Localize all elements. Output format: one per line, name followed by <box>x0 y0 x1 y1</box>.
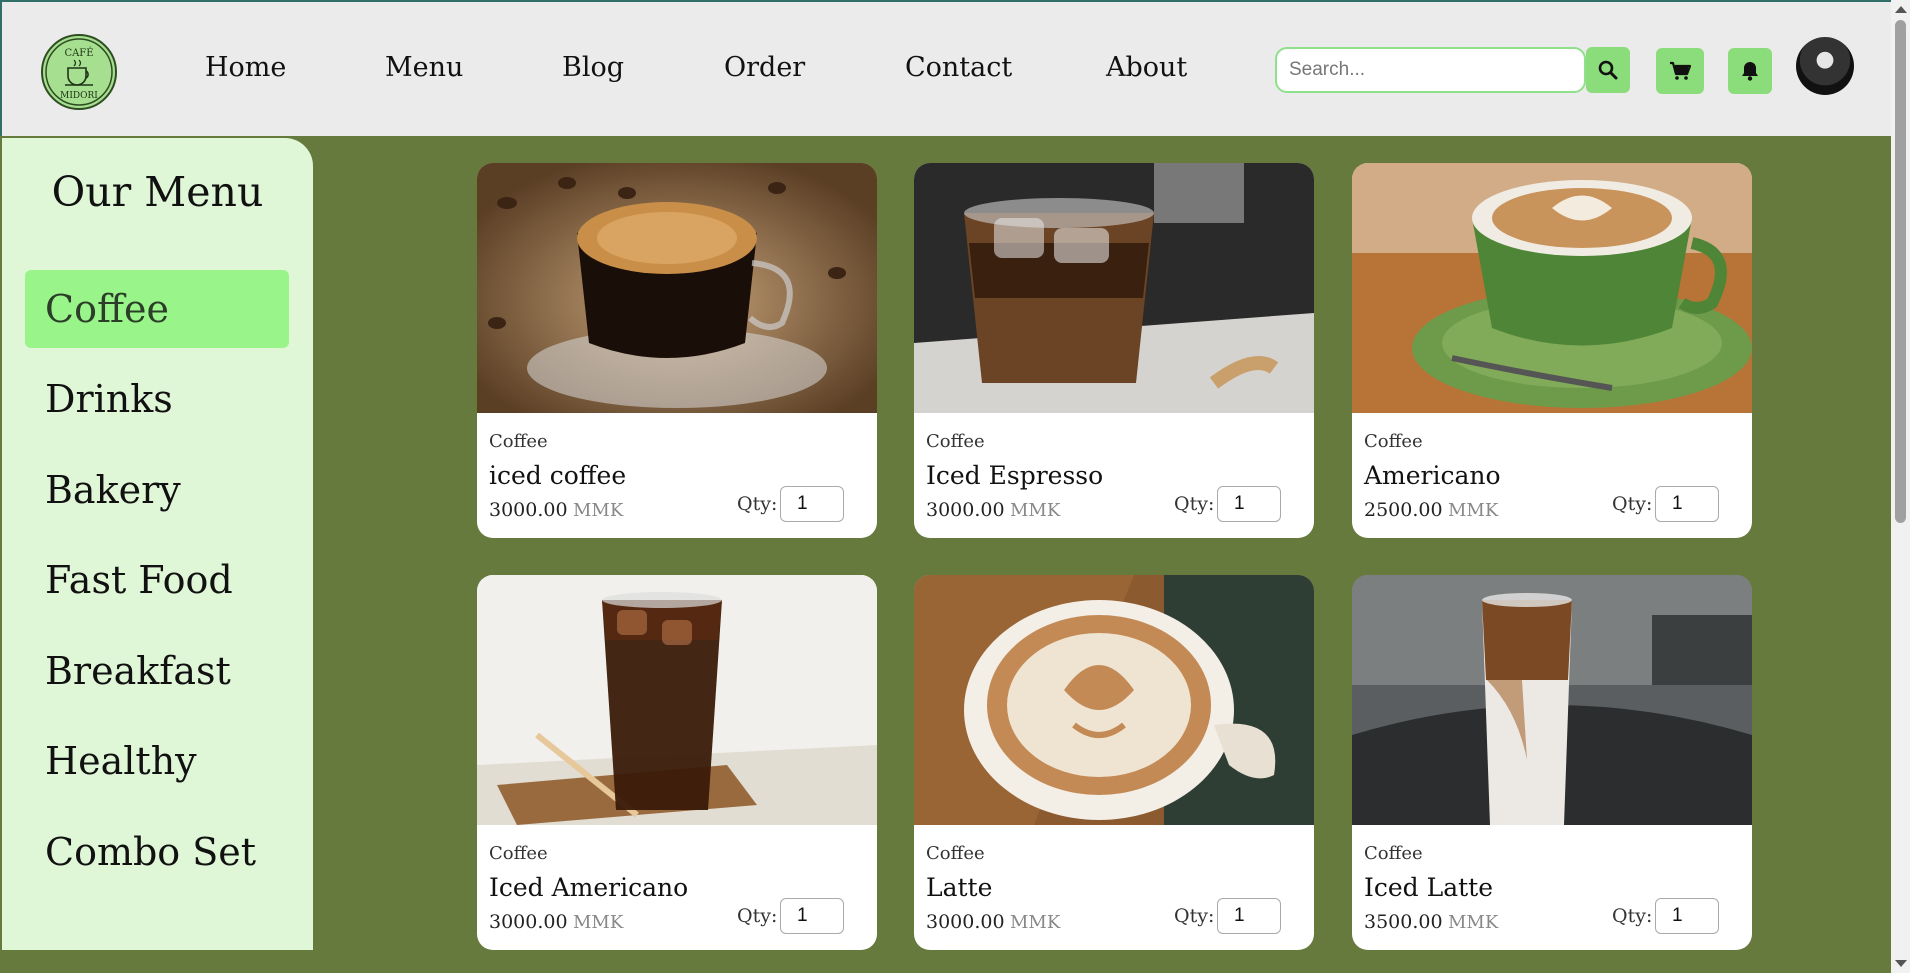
product-name: Iced Americano <box>489 873 689 902</box>
product-currency: MMK <box>573 500 624 521</box>
product-category: Coffee <box>926 843 985 864</box>
qty-label: Qty: <box>1612 905 1653 927</box>
product-card[interactable]: Coffee Americano 2500.00 MMK Qty: <box>1352 163 1752 538</box>
scroll-up-arrow-icon[interactable] <box>1895 6 1907 13</box>
logo-top-text: CAFÉ <box>64 47 93 59</box>
product-price: 3000.00 <box>926 499 1005 521</box>
product-currency: MMK <box>1448 500 1499 521</box>
logo-bottom-text: MIDORI <box>60 91 98 101</box>
product-name: Iced Latte <box>1364 873 1494 902</box>
category-sidebar: Our Menu Coffee Drinks Bakery Fast Food … <box>2 138 313 950</box>
qty-label: Qty: <box>1612 493 1653 515</box>
product-card[interactable]: Coffee Iced Espresso 3000.00 MMK Qty: <box>914 163 1314 538</box>
category-coffee[interactable]: Coffee <box>25 270 289 348</box>
product-card[interactable]: Coffee Iced Latte 3500.00 MMK Qty: <box>1352 575 1752 950</box>
category-combo-set[interactable]: Combo Set <box>25 813 289 891</box>
category-healthy[interactable]: Healthy <box>25 722 289 800</box>
product-price: 3000.00 <box>926 911 1005 933</box>
product-card[interactable]: Coffee Iced Americano 3000.00 MMK Qty: <box>477 575 877 950</box>
quantity-input[interactable] <box>1217 486 1281 522</box>
nav-home[interactable]: Home <box>205 52 286 83</box>
nav-blog[interactable]: Blog <box>562 52 624 83</box>
product-card[interactable]: Coffee iced coffee 3000.00 MMK Qty: <box>477 163 877 538</box>
product-name: Latte <box>926 873 993 902</box>
product-category: Coffee <box>1364 431 1423 452</box>
product-name: iced coffee <box>489 461 627 490</box>
cafe-logo[interactable]: CAFÉ MIDORI <box>41 34 117 110</box>
scroll-thumb[interactable] <box>1895 20 1906 523</box>
category-breakfast[interactable]: Breakfast <box>25 632 289 710</box>
category-drinks[interactable]: Drinks <box>25 360 289 438</box>
sidebar-title: Our Menu <box>51 168 264 216</box>
user-avatar[interactable] <box>1796 37 1854 95</box>
product-name: Americano <box>1364 461 1501 490</box>
product-image-iced-latte <box>1352 575 1752 825</box>
product-category: Coffee <box>489 431 548 452</box>
product-image-americano <box>1352 163 1752 413</box>
qty-label: Qty: <box>737 905 778 927</box>
product-category: Coffee <box>926 431 985 452</box>
quantity-input[interactable] <box>1655 898 1719 934</box>
product-price: 3500.00 <box>1364 911 1443 933</box>
quantity-input[interactable] <box>780 898 844 934</box>
quantity-input[interactable] <box>780 486 844 522</box>
qty-label: Qty: <box>1174 905 1215 927</box>
nav-order[interactable]: Order <box>724 52 805 83</box>
product-image-iced-americano <box>477 575 877 825</box>
product-price: 3000.00 <box>489 499 568 521</box>
qty-label: Qty: <box>737 493 778 515</box>
logo-cup-icon: CAFÉ MIDORI <box>45 38 113 106</box>
notification-button[interactable] <box>1728 48 1772 94</box>
scroll-down-arrow-icon[interactable] <box>1895 960 1907 967</box>
search-icon <box>1598 60 1618 80</box>
category-bakery[interactable]: Bakery <box>25 451 289 529</box>
quantity-input[interactable] <box>1217 898 1281 934</box>
product-category: Coffee <box>489 843 548 864</box>
product-category: Coffee <box>1364 843 1423 864</box>
product-name: Iced Espresso <box>926 461 1104 490</box>
page-scrollbar[interactable] <box>1891 0 1910 973</box>
quantity-input[interactable] <box>1655 486 1719 522</box>
bell-icon <box>1742 62 1758 81</box>
qty-label: Qty: <box>1174 493 1215 515</box>
product-price: 3000.00 <box>489 911 568 933</box>
product-image-latte <box>914 575 1314 825</box>
product-card[interactable]: Coffee Latte 3000.00 MMK Qty: <box>914 575 1314 950</box>
product-currency: MMK <box>1448 912 1499 933</box>
product-price: 2500.00 <box>1364 499 1443 521</box>
search-input[interactable] <box>1275 47 1586 93</box>
product-image-iced-espresso <box>914 163 1314 413</box>
top-header: CAFÉ MIDORI Home Menu Blog Order Contact… <box>0 0 1891 136</box>
product-currency: MMK <box>573 912 624 933</box>
nav-contact[interactable]: Contact <box>905 52 1012 83</box>
nav-menu[interactable]: Menu <box>385 52 463 83</box>
cart-button[interactable] <box>1656 48 1704 94</box>
product-currency: MMK <box>1010 500 1061 521</box>
product-image-iced-coffee <box>477 163 877 413</box>
page: CAFÉ MIDORI Home Menu Blog Order Contact… <box>0 0 1891 973</box>
search-button[interactable] <box>1586 47 1630 93</box>
product-currency: MMK <box>1010 912 1061 933</box>
nav-about[interactable]: About <box>1106 52 1187 83</box>
cart-icon <box>1670 61 1692 80</box>
category-fast-food[interactable]: Fast Food <box>25 541 289 619</box>
